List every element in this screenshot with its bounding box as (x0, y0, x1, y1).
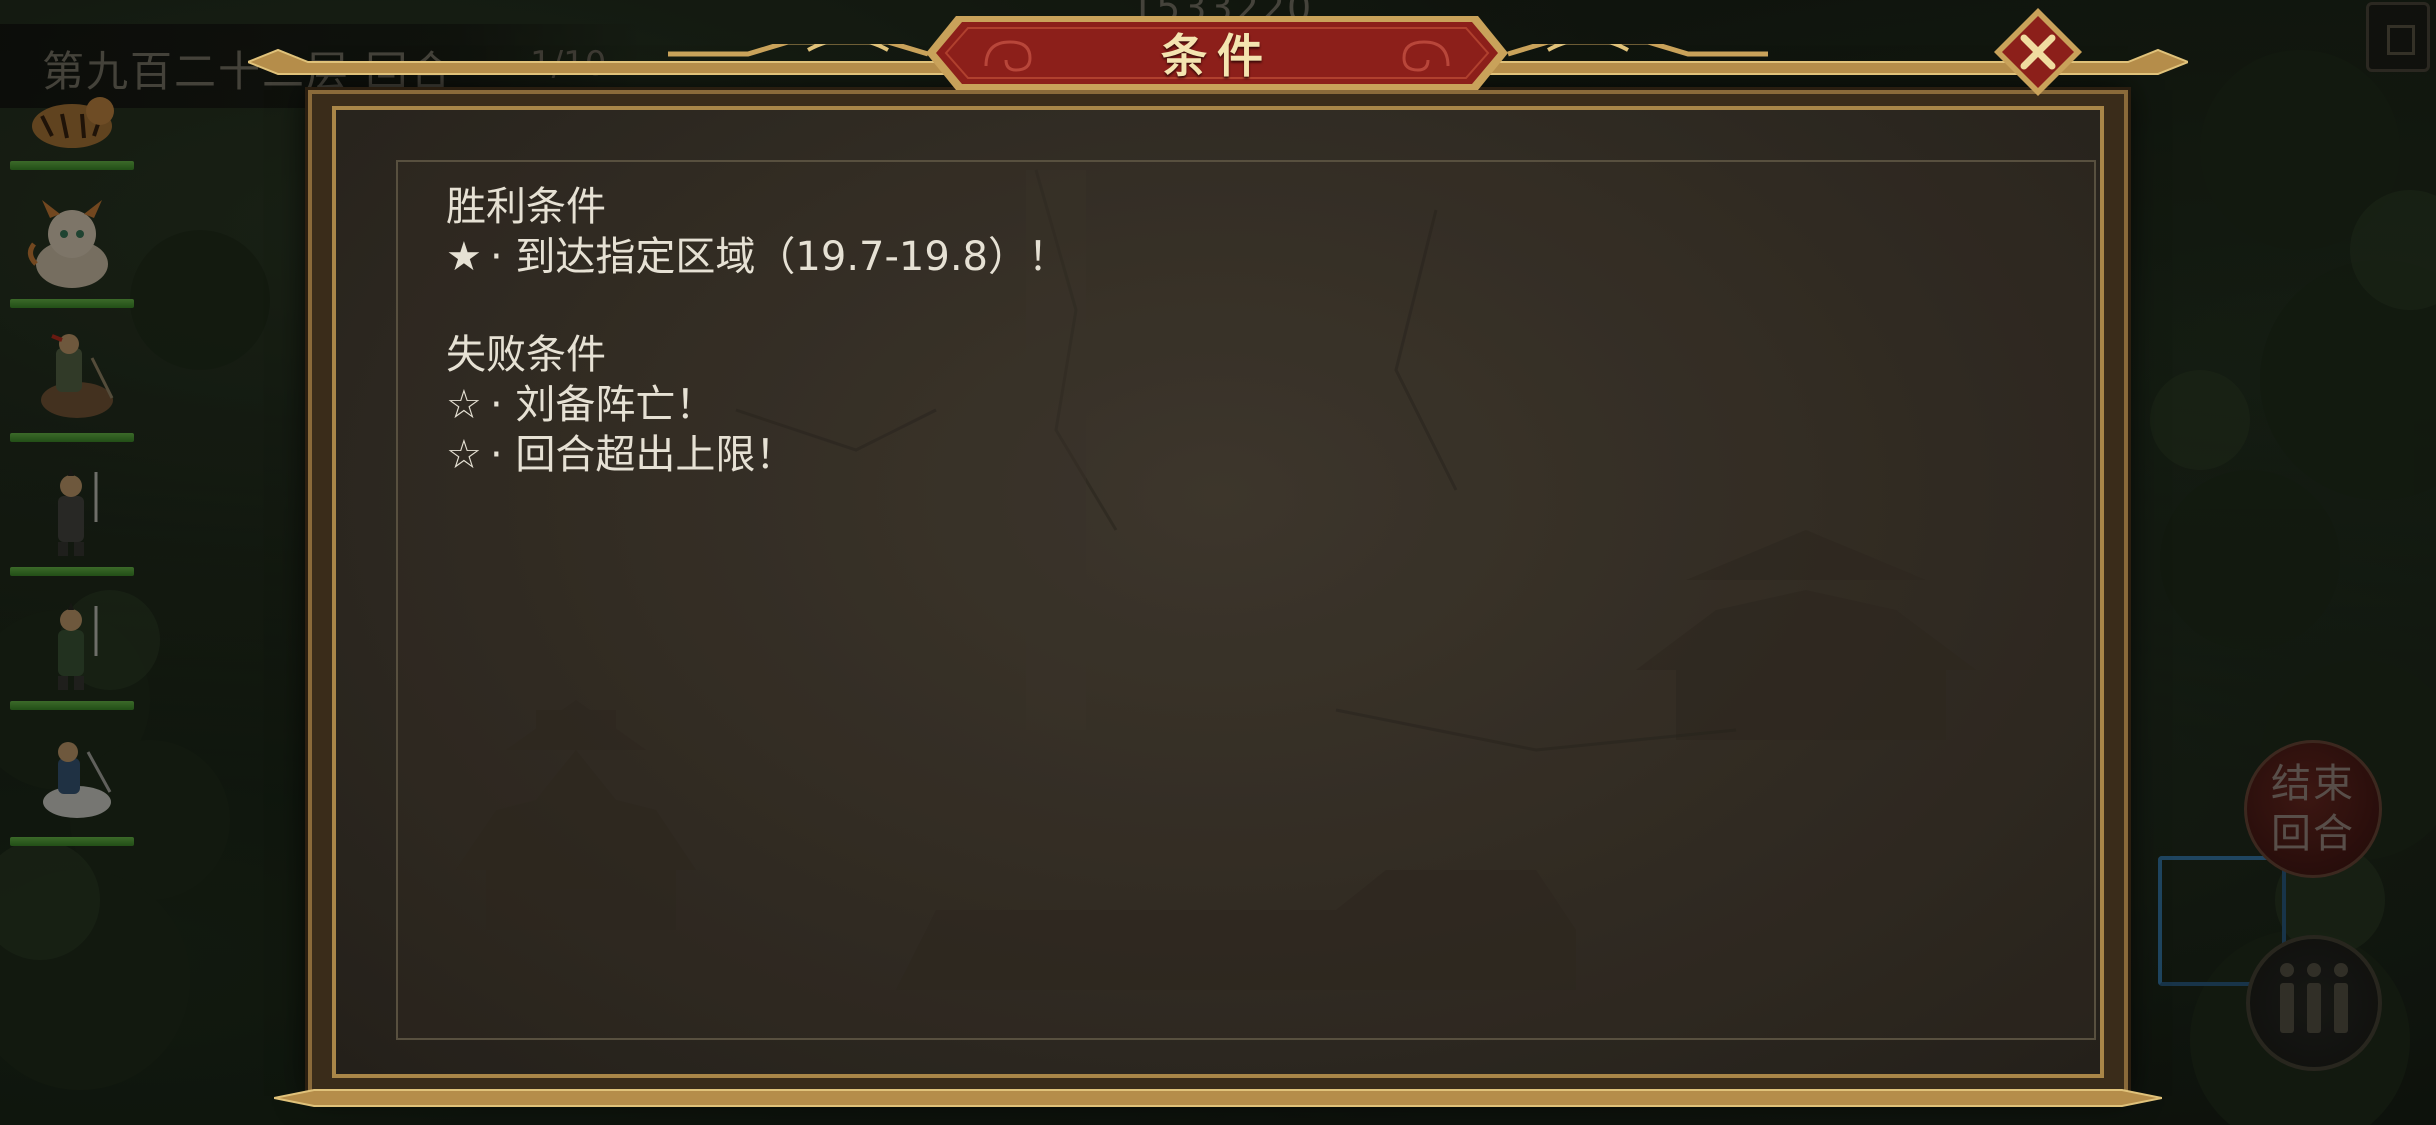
close-button[interactable] (1992, 6, 2084, 98)
star-filled-icon: ★ (446, 234, 482, 280)
victory-item: ★ · 到达指定区域（19.7-19.8）！ (446, 232, 1068, 282)
defeat-heading: 失败条件 (446, 332, 606, 378)
victory-heading: 胜利条件 (446, 184, 606, 230)
defeat-item-text: · 回合超出上限！ (490, 432, 796, 478)
star-outline-icon: ☆ (446, 382, 482, 428)
dialog-panel: 胜利条件 ★ · 到达指定区域（19.7-19.8）！ 失败条件 ☆ · 刘备阵亡！… (332, 106, 2104, 1078)
conditions-dialog: 胜利条件 ★ · 到达指定区域（19.7-19.8）！ 失败条件 ☆ · 刘备阵亡！… (300, 90, 2136, 1096)
dialog-title: 条件 (1161, 29, 1273, 83)
conditions-list: 胜利条件 ★ · 到达指定区域（19.7-19.8）！ 失败条件 ☆ · 刘备阵亡！… (446, 182, 1068, 480)
dialog-bottom-rail (274, 1089, 2162, 1107)
defeat-item: ☆ · 刘备阵亡！ (446, 380, 1068, 430)
star-outline-icon: ☆ (446, 432, 482, 478)
defeat-item: ☆ · 回合超出上限！ (446, 430, 1068, 480)
game-screen: 第九百二十二层 回合 1/10 1533220 (0, 0, 2436, 1125)
defeat-item-text: · 刘备阵亡！ (490, 382, 716, 428)
victory-item-text: · 到达指定区域（19.7-19.8）！ (490, 234, 1068, 280)
dialog-frame: 胜利条件 ★ · 到达指定区域（19.7-19.8）！ 失败条件 ☆ · 刘备阵亡！… (308, 90, 2128, 1096)
